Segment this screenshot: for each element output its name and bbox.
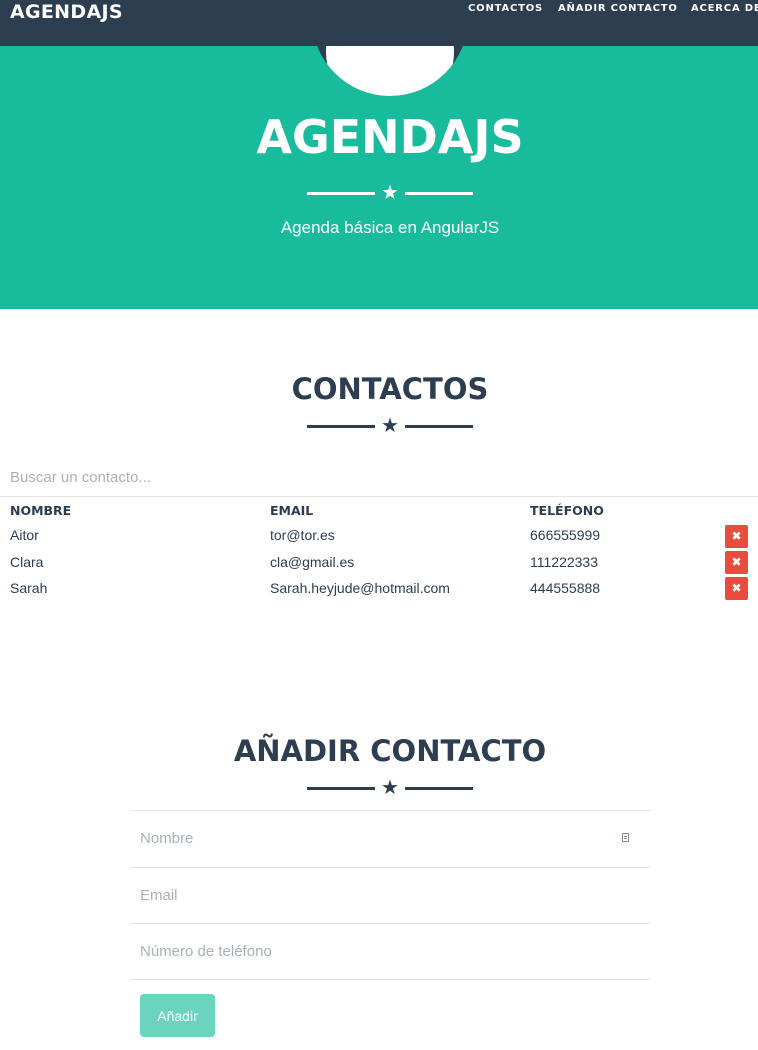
avatar: [312, 46, 468, 96]
phone-input[interactable]: [130, 924, 651, 979]
close-icon: ✖: [731, 555, 742, 569]
contact-name: Aitor: [10, 527, 39, 543]
contact-phone: 444555888: [530, 580, 601, 596]
form-divider: [130, 979, 651, 980]
close-icon: ✖: [731, 529, 742, 543]
contact-name: Clara: [10, 554, 44, 570]
phone-field-group: [130, 923, 651, 979]
star-icon: ★: [381, 775, 399, 799]
table-row: Aitor tor@tor.es 666555999 ✖: [0, 525, 758, 553]
contact-email: tor@tor.es: [270, 527, 335, 543]
email-input[interactable]: [130, 868, 651, 923]
contacts-star-divider: ★: [307, 413, 473, 437]
contact-card-icon: [622, 833, 629, 842]
star-icon: ★: [381, 413, 399, 437]
star-icon: ★: [381, 180, 399, 204]
hero-header: AGENDAJS ★ Agenda básica en AngularJS: [0, 46, 758, 309]
add-contact-button[interactable]: Añadir: [140, 994, 215, 1037]
column-header-telefono: TELÉFONO: [530, 503, 604, 518]
nav-link-anadir-contacto[interactable]: AÑADIR CONTACTO: [558, 3, 678, 14]
add-contact-star-divider: ★: [307, 775, 473, 799]
column-header-email: EMAIL: [270, 503, 314, 518]
column-header-nombre: NOMBRE: [10, 503, 72, 518]
email-field-group: [130, 867, 651, 923]
add-contact-section-title: AÑADIR CONTACTO: [233, 734, 547, 768]
contact-phone: 666555999: [530, 527, 601, 543]
delete-contact-button[interactable]: ✖: [725, 551, 748, 574]
contact-name: Sarah: [10, 580, 48, 596]
delete-contact-button[interactable]: ✖: [725, 577, 748, 600]
close-icon: ✖: [731, 581, 742, 595]
hero-star-divider: ★: [307, 180, 473, 204]
search-input[interactable]: [0, 459, 758, 497]
hero-title: AGENDAJS: [256, 110, 524, 164]
table-row: Clara cla@gmail.es 111222333 ✖: [0, 551, 758, 580]
table-row: Sarah Sarah.heyjude@hotmail.com 44455588…: [0, 577, 758, 606]
delete-contact-button[interactable]: ✖: [725, 525, 748, 548]
contact-email: cla@gmail.es: [270, 554, 355, 570]
name-input[interactable]: [130, 811, 651, 866]
brand-logo[interactable]: AGENDAJS: [10, 1, 123, 23]
hero-subtitle: Agenda básica en AngularJS: [280, 218, 500, 237]
name-field-group: [130, 810, 651, 866]
contacts-section-title: CONTACTOS: [291, 372, 489, 406]
nav-link-contactos[interactable]: CONTACTOS: [468, 3, 543, 14]
nav-link-acerca-de[interactable]: ACERCA DE: [691, 3, 758, 14]
contact-phone: 111222333: [530, 554, 598, 570]
top-navbar: AGENDAJS CONTACTOS AÑADIR CONTACTO ACERC…: [0, 0, 758, 46]
contact-email: Sarah.heyjude@hotmail.com: [270, 580, 450, 596]
